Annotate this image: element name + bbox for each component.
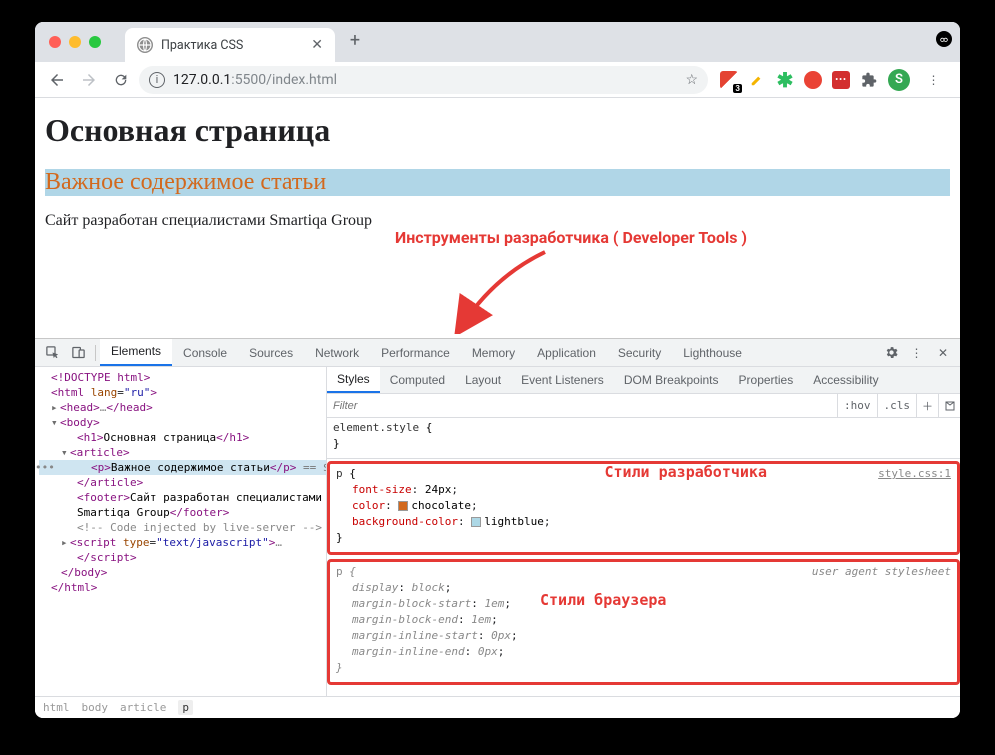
devtools-close-icon[interactable]: ✕	[930, 340, 956, 366]
new-rule-button[interactable]: ＋	[916, 394, 938, 418]
extension-red-icon[interactable]	[804, 71, 822, 89]
devtools-tab-application[interactable]: Application	[526, 339, 607, 367]
close-tab-button[interactable]: ✕	[311, 37, 323, 53]
element-style-block[interactable]: element.style { }	[327, 418, 960, 459]
page-heading: Основная страница	[45, 112, 950, 149]
cls-toggle[interactable]: .cls	[877, 394, 917, 417]
color-swatch[interactable]	[398, 501, 408, 511]
article-paragraph: Важное содержимое статьи	[45, 169, 950, 196]
css-declaration[interactable]: color: chocolate;	[336, 498, 951, 514]
annotation-dev-styles: Стили разработчика	[604, 464, 767, 480]
inspect-element-icon[interactable]	[39, 340, 65, 366]
breadcrumb-html[interactable]: html	[43, 701, 70, 714]
maximize-window-button[interactable]	[89, 36, 101, 48]
devtools-tab-console[interactable]: Console	[172, 339, 238, 367]
styles-tab-event-listeners[interactable]: Event Listeners	[511, 367, 614, 394]
address-bar[interactable]: i 127.0.0.1:5500/index.html ☆	[139, 66, 708, 94]
close-window-button[interactable]	[49, 36, 61, 48]
devtools-tab-sources[interactable]: Sources	[238, 339, 304, 367]
styles-tab-dom-breakpoints[interactable]: DOM Breakpoints	[614, 367, 729, 394]
hov-toggle[interactable]: :hov	[837, 394, 877, 417]
styles-tabbar: StylesComputedLayoutEvent ListenersDOM B…	[327, 367, 960, 394]
page-viewport: Основная страница Важное содержимое стат…	[35, 98, 960, 338]
breadcrumb-body[interactable]: body	[82, 701, 109, 714]
styles-tab-computed[interactable]: Computed	[380, 367, 455, 394]
extension-pencil-icon[interactable]	[748, 71, 766, 89]
device-toolbar-icon[interactable]	[65, 340, 91, 366]
styles-tab-accessibility[interactable]: Accessibility	[803, 367, 888, 394]
css-declaration: display: block;	[336, 580, 951, 596]
reload-button[interactable]	[107, 66, 135, 94]
styles-tab-properties[interactable]: Properties	[729, 367, 804, 394]
extension-evernote-icon[interactable]: ✱	[776, 71, 794, 89]
devtools-tab-security[interactable]: Security	[607, 339, 672, 367]
annotation-devtools-label: Инструменты разработчика ( Developer Too…	[395, 228, 747, 247]
devtools-panel: ElementsConsoleSourcesNetworkPerformance…	[35, 338, 960, 718]
tab-strip: Практика CSS ✕ +	[125, 22, 369, 62]
forward-button[interactable]	[75, 66, 103, 94]
window-controls	[49, 36, 101, 48]
toolbar: i 127.0.0.1:5500/index.html ☆ 3 ✱ ••• S …	[35, 62, 960, 98]
styles-tab-styles[interactable]: Styles	[327, 367, 380, 393]
css-declaration: margin-block-start: 1em;	[336, 596, 951, 612]
devtools-tab-elements[interactable]: Elements	[100, 339, 172, 366]
breadcrumb-article[interactable]: article	[120, 701, 166, 714]
color-swatch[interactable]	[471, 517, 481, 527]
browser-tab[interactable]: Практика CSS ✕	[125, 28, 335, 62]
devtools-tab-memory[interactable]: Memory	[461, 339, 526, 367]
extensions-menu-icon[interactable]	[860, 71, 878, 89]
devtools-body: <!DOCTYPE html> <html lang="ru"> ▸<head>…	[35, 367, 960, 696]
css-declaration: margin-block-end: 1em;	[336, 612, 951, 628]
user-agent-styles-block[interactable]: user agent stylesheet Стили браузера p {…	[327, 559, 960, 685]
browser-window: Практика CSS ✕ + i 127.0.0.1:5500/index.…	[35, 22, 960, 718]
devtools-tab-network[interactable]: Network	[304, 339, 370, 367]
titlebar: Практика CSS ✕ +	[35, 22, 960, 62]
devtools-tabbar: ElementsConsoleSourcesNetworkPerformance…	[35, 339, 960, 367]
extension-todoist-icon[interactable]: 3	[720, 71, 738, 89]
bookmark-star-icon[interactable]: ☆	[685, 72, 698, 88]
css-declaration: margin-inline-start: 0px;	[336, 628, 951, 644]
developer-styles-block[interactable]: style.css:1 Стили разработчика p { font-…	[327, 461, 960, 555]
url: 127.0.0.1:5500/index.html	[173, 72, 337, 88]
site-info-icon[interactable]: i	[149, 72, 165, 88]
css-declaration[interactable]: font-size: 24px;	[336, 482, 951, 498]
devtools-settings-icon[interactable]	[878, 340, 904, 366]
devtools-tab-lighthouse[interactable]: Lighthouse	[672, 339, 753, 367]
dom-breadcrumbs[interactable]: html body article p	[35, 696, 960, 718]
extension-lastpass-icon[interactable]: •••	[832, 71, 850, 89]
tab-title: Практика CSS	[161, 38, 243, 53]
rule-source-link[interactable]: style.css:1	[878, 466, 951, 482]
extensions-area: 3 ✱ ••• S ⋮	[712, 66, 952, 94]
globe-icon	[137, 37, 153, 53]
css-declaration: margin-inline-end: 0px;	[336, 644, 951, 660]
new-tab-button[interactable]: +	[341, 27, 369, 55]
devtools-menu-icon[interactable]: ⋮	[904, 340, 930, 366]
devtools-tab-performance[interactable]: Performance	[370, 339, 461, 367]
rule-source-ua: user agent stylesheet	[812, 564, 951, 580]
css-declaration[interactable]: background-color: lightblue;	[336, 514, 951, 530]
styles-pane: StylesComputedLayoutEvent ListenersDOM B…	[327, 367, 960, 696]
dom-selected-node: •••<p>Важное содержимое статьи</p> == $0	[39, 460, 326, 475]
styles-pane-menu[interactable]	[938, 394, 960, 418]
styles-filter-row: :hov .cls ＋	[327, 394, 960, 418]
breadcrumb-p[interactable]: p	[178, 700, 193, 715]
profile-avatar[interactable]: S	[888, 69, 910, 91]
incognito-icon	[936, 31, 952, 47]
dom-tree[interactable]: <!DOCTYPE html> <html lang="ru"> ▸<head>…	[35, 367, 327, 696]
styles-filter-input[interactable]	[327, 400, 837, 412]
chrome-menu-button[interactable]: ⋮	[920, 66, 948, 94]
annotation-arrow	[435, 246, 555, 334]
styles-tab-layout[interactable]: Layout	[455, 367, 511, 394]
minimize-window-button[interactable]	[69, 36, 81, 48]
back-button[interactable]	[43, 66, 71, 94]
